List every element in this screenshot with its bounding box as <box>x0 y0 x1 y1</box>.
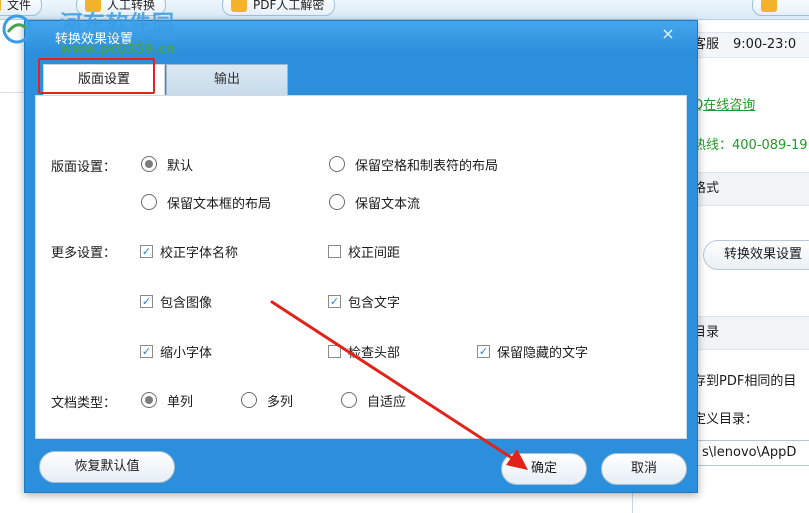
check-icon[interactable]: ✓ <box>477 344 490 358</box>
toolbar-file-button[interactable]: 文件 <box>0 0 43 16</box>
pdf-decrypt-icon <box>231 0 247 12</box>
dialog-title: 转换效果设置 <box>55 32 134 47</box>
radio-keep-text-flow[interactable]: 保留文本流 <box>329 192 420 212</box>
checkbox-correct-font-names[interactable]: ✓ 校正字体名称 <box>140 241 238 261</box>
check-icon[interactable]: ✓ <box>140 344 153 358</box>
radio-multi-column[interactable]: 多列 <box>241 390 293 410</box>
layout-setting-label: 版面设置： <box>51 160 117 175</box>
layout-settings-panel: 版面设置： 默认 保留空格和制表符的布局 保留文本框的布局 保留文本流 更多设置… <box>35 95 687 439</box>
left-panel-divider <box>0 92 24 93</box>
radio-adaptive-label: 自适应 <box>367 394 407 410</box>
manual-convert-icon <box>85 0 101 12</box>
toolbar-file-label: 文件 <box>7 0 32 12</box>
hotline-text: 热线：400-089-19 <box>693 138 808 153</box>
radio-keep-text-flow-label: 保留文本流 <box>355 196 421 212</box>
checkbox-check-header-label: 检查头部 <box>348 345 401 361</box>
custom-dir-label: 定义目录： <box>693 412 759 427</box>
more-settings-label: 更多设置： <box>51 246 117 261</box>
conversion-effect-dialog: 转换效果设置 × 版面设置 输出 版面设置： 默认 保留空格和制表符的布局 保留… <box>24 20 698 493</box>
app-toolbar: 文件 人工转换 PDF人工解密 <box>0 0 809 20</box>
toolbar-pdf-decrypt-label: PDF人工解密 <box>253 0 325 12</box>
checkbox-include-images-label: 包含图像 <box>160 295 213 311</box>
conversion-effect-settings-button[interactable]: 转换效果设置 <box>703 240 809 270</box>
qq-online-link[interactable]: Q在线咨询 <box>693 94 755 113</box>
checkbox-shrink-font-label: 缩小字体 <box>160 345 213 361</box>
checkbox-empty-indicator[interactable] <box>328 244 341 258</box>
left-panel <box>0 20 24 513</box>
radio-single-column-indicator[interactable] <box>141 392 157 408</box>
ok-button[interactable]: 确定 <box>501 453 587 485</box>
service-hours: 9:00-23:0 <box>733 37 797 52</box>
close-icon[interactable]: × <box>655 23 681 45</box>
checkbox-correct-spacing[interactable]: 校正间距 <box>328 241 400 261</box>
toolbar-pdf-decrypt-button[interactable]: PDF人工解密 <box>222 0 336 16</box>
dialog-footer: 恢复默认值 确定 取消 <box>25 439 697 492</box>
doc-type-label: 文档类型： <box>51 396 117 411</box>
radio-default[interactable]: 默认 <box>141 154 193 174</box>
checkbox-include-text[interactable]: ✓ 包含文字 <box>328 291 400 311</box>
tab-layout-settings[interactable]: 版面设置 <box>43 64 165 95</box>
radio-adaptive-indicator[interactable] <box>341 392 357 408</box>
extra-tool-icon <box>761 0 777 12</box>
output-path-input[interactable]: s\lenovo\AppD <box>693 440 809 466</box>
dialog-titlebar[interactable]: 转换效果设置 × <box>25 21 697 53</box>
radio-default-label: 默认 <box>167 158 194 174</box>
checkbox-include-images[interactable]: ✓ 包含图像 <box>140 291 212 311</box>
check-icon[interactable]: ✓ <box>328 294 341 308</box>
checkbox-empty-indicator[interactable] <box>328 344 341 358</box>
checkbox-check-header[interactable]: 检查头部 <box>328 341 400 361</box>
radio-keep-spaces-tabs-layout[interactable]: 保留空格和制表符的布局 <box>329 154 498 174</box>
cancel-button[interactable]: 取消 <box>601 453 687 485</box>
radio-multi-column-indicator[interactable] <box>241 392 257 408</box>
check-icon[interactable]: ✓ <box>140 244 153 258</box>
checkbox-keep-hidden-text-label: 保留隐藏的文字 <box>497 345 589 361</box>
radio-keep-spaces-indicator[interactable] <box>329 156 345 172</box>
radio-adaptive[interactable]: 自适应 <box>341 390 406 410</box>
radio-keep-textbox-layout[interactable]: 保留文本框的布局 <box>141 192 271 212</box>
radio-single-column-label: 单列 <box>167 394 194 410</box>
checkbox-correct-spacing-label: 校正间距 <box>348 245 401 261</box>
check-icon[interactable]: ✓ <box>140 294 153 308</box>
radio-keep-spaces-label: 保留空格和制表符的布局 <box>355 158 499 174</box>
radio-keep-textbox-label: 保留文本框的布局 <box>167 196 272 212</box>
toolbar-manual-convert-button[interactable]: 人工转换 <box>76 0 167 16</box>
radio-default-indicator[interactable] <box>141 156 157 172</box>
file-icon <box>0 0 1 12</box>
radio-keep-textbox-indicator[interactable] <box>141 194 157 210</box>
radio-keep-text-flow-indicator[interactable] <box>329 194 345 210</box>
checkbox-include-text-label: 包含文字 <box>348 295 401 311</box>
radio-multi-column-label: 多列 <box>267 394 294 410</box>
same-dir-option[interactable]: 存到PDF相同的目 <box>693 370 796 389</box>
toolbar-manual-convert-label: 人工转换 <box>107 0 156 12</box>
radio-single-column[interactable]: 单列 <box>141 390 193 410</box>
checkbox-correct-font-names-label: 校正字体名称 <box>160 245 239 261</box>
dialog-tabstrip: 版面设置 输出 <box>35 59 687 95</box>
checkbox-keep-hidden-text[interactable]: ✓ 保留隐藏的文字 <box>477 341 588 361</box>
restore-defaults-button[interactable]: 恢复默认值 <box>39 451 175 483</box>
tab-output[interactable]: 输出 <box>166 64 288 95</box>
toolbar-extra-button[interactable] <box>752 0 809 16</box>
checkbox-shrink-font[interactable]: ✓ 缩小字体 <box>140 341 212 361</box>
